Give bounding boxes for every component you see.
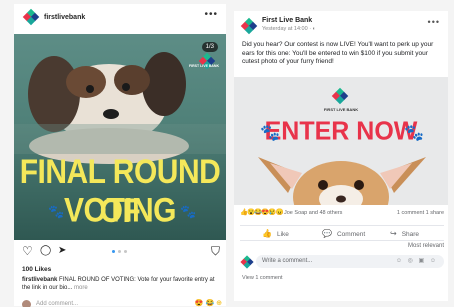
comment-icon[interactable]: ◯: [40, 245, 51, 256]
carousel-counter: 1/3: [201, 42, 218, 52]
write-comment-input[interactable]: Write a comment... ☺ ◎ ▣ ☺: [256, 255, 444, 268]
carousel-dot: [118, 250, 121, 253]
add-comment-input[interactable]: Add comment...: [36, 301, 78, 307]
share-button[interactable]: ↪ Share: [390, 229, 419, 238]
share-label: Share: [401, 231, 420, 238]
page-name[interactable]: First Live Bank: [262, 17, 312, 24]
write-comment-placeholder: Write a comment...: [262, 258, 313, 264]
carousel-dot: [124, 250, 127, 253]
comment-button[interactable]: 💬 Comment: [322, 229, 365, 238]
thumbs-up-icon: 👍: [262, 229, 272, 238]
avatar: [22, 299, 31, 307]
write-comment-row: Write a comment... ☺ ◎ ▣ ☺: [240, 255, 444, 269]
facebook-post-image[interactable]: FIRST LIVE BANK ENTER NOW 🐾 🐾: [234, 77, 448, 205]
facebook-post-header: First Live Bank Yesterday at 14:00 · ◐ •…: [240, 17, 440, 35]
first-live-bank-logo: [331, 87, 349, 105]
comment-share-count[interactable]: 1 comment 1 share: [397, 210, 444, 216]
ellipsis-icon[interactable]: •••: [428, 17, 440, 27]
instagram-post-header: firstlivebank •••: [14, 4, 226, 30]
paw-icon: 🐾: [260, 125, 280, 142]
first-live-bank-logo: [240, 255, 254, 269]
paw-icon: 🐾: [404, 125, 424, 142]
heart-icon[interactable]: ♡: [22, 244, 33, 258]
reaction-names[interactable]: Joe Soap and 48 others: [284, 210, 342, 216]
comment-tools-icons[interactable]: ☺ ◎ ▣ ☺: [396, 257, 438, 264]
post-text: Did you hear? Our contest is now LIVE! Y…: [242, 41, 434, 65]
add-comment-row[interactable]: Add comment... 😍 😂 ⊕: [22, 299, 222, 307]
image-brand-text: FIRST LIVE BANK: [189, 64, 219, 68]
carousel-dot-active: [112, 250, 115, 253]
first-live-bank-logo[interactable]: [22, 8, 40, 26]
comment-icon: 💬: [322, 229, 332, 238]
instagram-username[interactable]: firstlivebank: [44, 14, 85, 21]
facebook-post: First Live Bank Yesterday at 14:00 · ◐ •…: [234, 11, 448, 301]
caption-username[interactable]: firstlivebank: [22, 277, 57, 283]
bookmark-icon[interactable]: ⛉: [211, 244, 220, 259]
likes-count[interactable]: 100 Likes: [22, 266, 51, 273]
image-brand-text: FIRST LIVE BANK: [323, 107, 359, 112]
like-label: Like: [276, 231, 289, 238]
instagram-post-image[interactable]: 1/3 FIRST LIVE BANK FINAL ROUND OF VOTIN…: [14, 34, 226, 240]
send-icon[interactable]: ➤: [58, 245, 66, 256]
facebook-action-bar: 👍 Like 💬 Comment ↪ Share: [240, 225, 444, 241]
paw-icon: 🐾: [48, 204, 65, 219]
comment-label: Comment: [336, 231, 366, 238]
instagram-action-bar: ♡ ◯ ➤ ⛉: [20, 244, 222, 262]
carousel-indicator: [112, 250, 127, 253]
post-timestamp[interactable]: Yesterday at 14:00 · ◐: [262, 26, 316, 32]
ellipsis-icon[interactable]: •••: [204, 9, 218, 20]
paw-icon: 🐾: [180, 204, 197, 219]
like-button[interactable]: 👍 Like: [262, 229, 289, 238]
reactions-summary[interactable]: 👍😮😂😍😢😠 Joe Soap and 48 others 1 comment …: [240, 207, 444, 219]
view-comments-link[interactable]: View 1 comment: [242, 275, 283, 281]
share-icon: ↪: [390, 229, 397, 238]
sort-comments-dropdown[interactable]: Most relevant: [408, 243, 444, 249]
emoji-icon[interactable]: 😍 😂 ⊕: [195, 299, 222, 307]
post-caption: firstlivebank FINAL ROUND OF VOTING: Vot…: [22, 276, 222, 292]
instagram-post: firstlivebank ••• 1/3 FIRST LIVE BANK FI…: [14, 4, 226, 307]
caption-more-link[interactable]: more: [72, 285, 88, 291]
reaction-emojis: 👍😮😂😍😢😠: [240, 209, 284, 216]
first-live-bank-logo[interactable]: [240, 17, 258, 35]
